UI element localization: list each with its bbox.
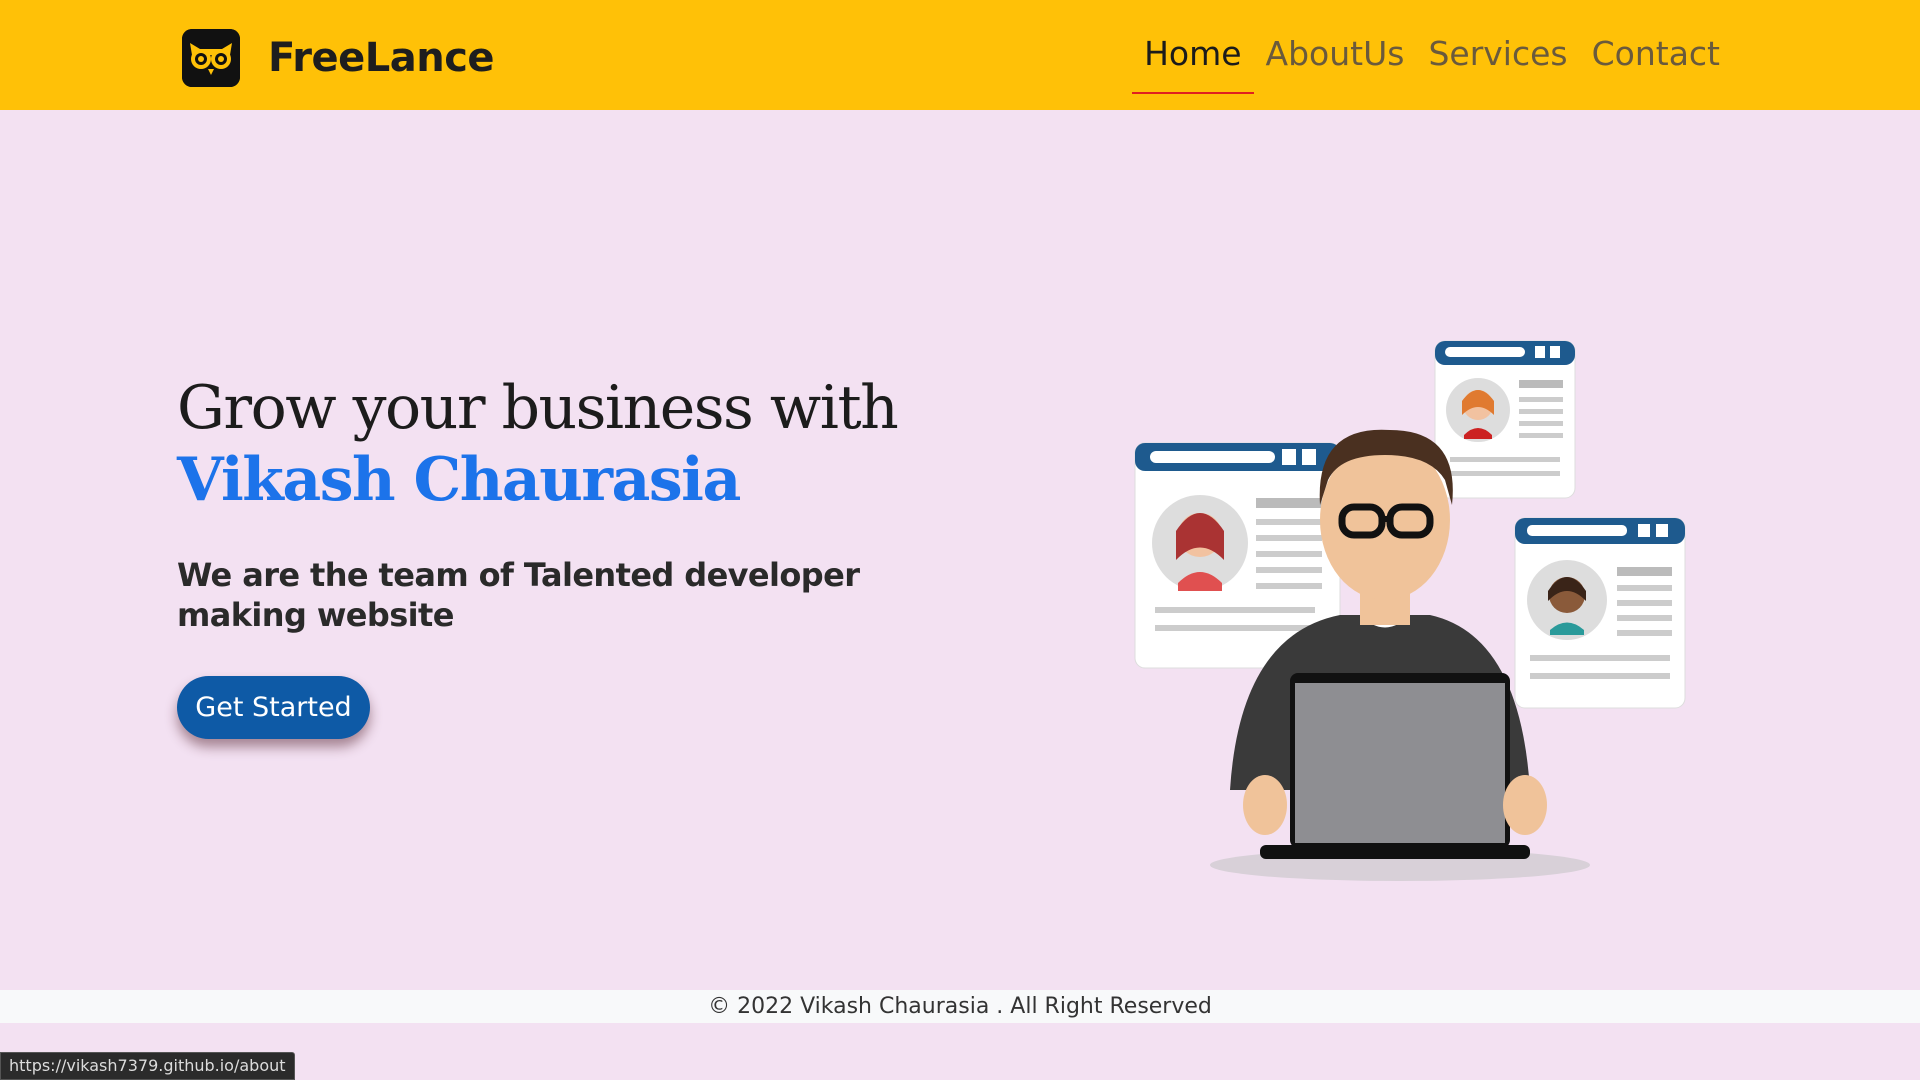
profile-card-right xyxy=(1514,517,1686,709)
hero-title-line: Grow your business with xyxy=(177,373,899,443)
brand-name: FreeLance xyxy=(268,35,495,81)
nav-link-contact[interactable]: Contact xyxy=(1580,22,1732,92)
status-bar-url: https://vikash7379.github.io/about xyxy=(0,1052,295,1080)
owl-logo-icon xyxy=(182,29,240,87)
get-started-button[interactable]: Get Started xyxy=(177,676,370,739)
hero-title: Grow your business with Vikash Chaurasia xyxy=(177,372,899,516)
hero-title-name: Vikash Chaurasia xyxy=(177,445,741,515)
nav-link-aboutus[interactable]: AboutUs xyxy=(1254,22,1417,92)
nav-links: Home AboutUs Services Contact xyxy=(1132,22,1732,94)
brand-link[interactable]: FreeLance xyxy=(182,29,495,87)
nav-link-home[interactable]: Home xyxy=(1132,22,1254,94)
hero-subtitle: We are the team of Talented developer ma… xyxy=(177,556,860,634)
footer: © 2022 Vikash Chaurasia . All Right Rese… xyxy=(0,990,1920,1023)
navbar: FreeLance Home AboutUs Services Contact xyxy=(0,0,1920,110)
profile-card-top xyxy=(1434,340,1576,499)
developer-illustration xyxy=(1130,335,1690,895)
nav-link-services[interactable]: Services xyxy=(1416,22,1579,92)
